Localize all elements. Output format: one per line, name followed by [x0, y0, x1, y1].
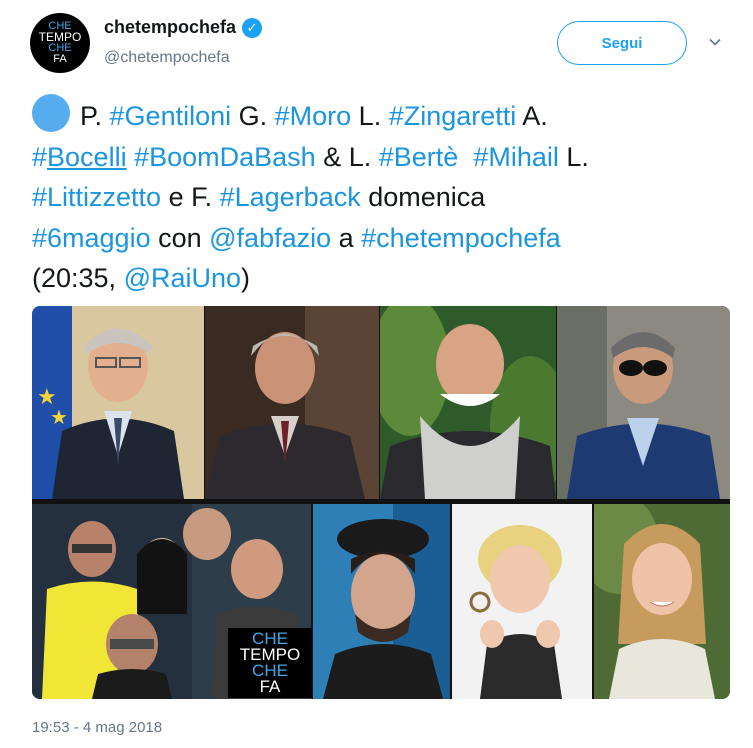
tweet-header: CHE TEMPO CHE FA chetempochefa ✓ @chetem… — [0, 0, 753, 90]
photo-littizzetto — [452, 504, 592, 699]
hashtag-link[interactable]: #Lagerback — [220, 182, 361, 212]
display-name[interactable]: chetempochefa — [104, 17, 236, 38]
photo-bocelli — [557, 306, 730, 499]
tweet-text-line: P. #Gentiloni G. #Moro L. #Zingaretti A. — [32, 94, 732, 137]
follow-button[interactable]: Segui — [557, 21, 687, 65]
photo-moro — [205, 306, 379, 499]
tweet-text-line: (20:35, @RaiUno) — [32, 258, 732, 299]
svg-text:★: ★ — [50, 405, 68, 429]
tweet-text-segment: P. — [80, 101, 110, 131]
tweet-text-segment: L. — [558, 141, 589, 172]
avatar-word: FA — [53, 53, 67, 65]
tweet-text-segment — [127, 142, 135, 172]
tweet-text-segment: domenica — [360, 182, 486, 212]
hashtag-link[interactable]: #Mihail — [473, 142, 559, 172]
chevron-down-icon[interactable] — [709, 36, 721, 48]
tweet-text-segment: (20:35, — [32, 263, 124, 293]
tweet-text-segment: ) — [241, 263, 251, 293]
tweet-text-segment: G. — [231, 101, 275, 131]
tweet-text-line: #Bocelli #BoomDaBash & L. #Bertè #Mihail… — [32, 137, 732, 178]
avatar[interactable]: CHE TEMPO CHE FA — [30, 13, 90, 73]
photo-gentiloni: ★ ★ — [32, 306, 204, 499]
tweet-text-line: #6maggio con @fabfazio a #chetempochefa — [32, 218, 732, 259]
tweet-media[interactable]: ★ ★ — [32, 306, 730, 699]
hashtag-link[interactable]: #Zingaretti — [389, 101, 517, 131]
user-handle[interactable]: @chetempochefa — [104, 49, 230, 67]
tweet-text-segment — [458, 142, 473, 172]
media-logo-overlay: CHE TEMPO CHE FA — [228, 628, 312, 698]
hashtag-link[interactable]: #Littizzetto — [32, 182, 161, 212]
hashtag-link[interactable]: #chetempochefa — [361, 223, 561, 253]
photo-lagerback — [594, 504, 730, 699]
photo-mihail — [313, 504, 450, 699]
logo-word: FA — [259, 677, 281, 696]
hashtag-link[interactable]: #6maggio — [32, 223, 151, 253]
tweet-text-segment: & L. — [315, 141, 379, 172]
tweet-text-segment: con — [150, 222, 210, 253]
verified-badge-icon: ✓ — [242, 17, 263, 38]
hashtag-link[interactable]: #Bertè — [379, 142, 459, 172]
tweet-text-segment: L. — [351, 101, 389, 131]
hashtag-link[interactable]: #Moro — [275, 101, 352, 131]
name-row: chetempochefa ✓ — [104, 17, 263, 38]
tweet-text-segment: e F. — [161, 182, 220, 212]
hashtag-link[interactable]: # — [32, 142, 47, 172]
tweet-text-segment: A. — [516, 101, 548, 131]
hashtag-link[interactable]: Bocelli — [47, 142, 127, 172]
hashtag-link[interactable]: #Gentiloni — [110, 101, 232, 131]
tweet-text: P. #Gentiloni G. #Moro L. #Zingaretti A.… — [32, 94, 732, 299]
tweet-timestamp[interactable]: 19:53 - 4 mag 2018 — [32, 719, 162, 736]
mention-link[interactable]: @RaiUno — [124, 263, 241, 293]
photo-zingaretti — [380, 306, 556, 499]
blue-circle-emoji-icon — [32, 94, 70, 132]
mention-link[interactable]: @fabfazio — [209, 223, 331, 253]
hashtag-link[interactable]: #BoomDaBash — [134, 142, 316, 172]
tweet-text-line: #Littizzetto e F. #Lagerback domenica — [32, 177, 732, 218]
tweet-text-segment: a — [331, 222, 362, 253]
